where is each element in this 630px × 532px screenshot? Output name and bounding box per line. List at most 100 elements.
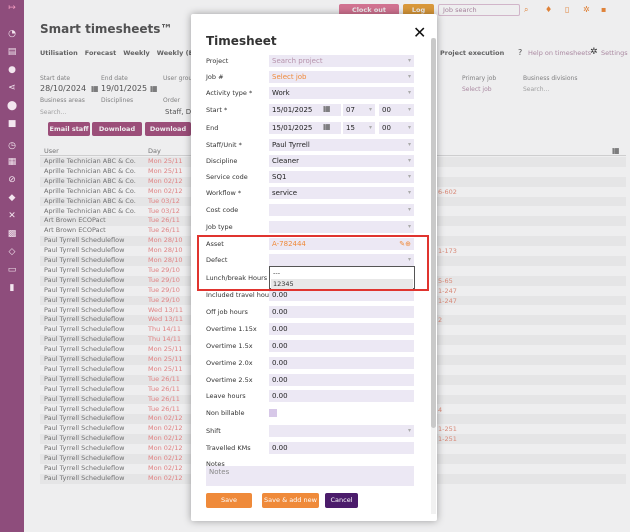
field-value[interactable]: 0.00 [269, 374, 414, 386]
defect-dropdown[interactable]: --- 12345 [269, 266, 415, 289]
field-label: Non billable [206, 409, 245, 417]
calendar-icon[interactable]: ▦ [323, 122, 331, 131]
field-text: 0.00 [272, 392, 288, 400]
hour-text: 15 [346, 124, 355, 132]
field-text: SQ1 [272, 173, 287, 181]
field-value[interactable]: ▾ [269, 221, 414, 233]
non-billable-checkbox[interactable] [269, 409, 277, 417]
field-value[interactable]: Work ▾ [269, 87, 414, 99]
field-label: Shift [206, 427, 221, 435]
chevron-down-icon: ▾ [407, 206, 411, 213]
field-label: Travelled KMs [206, 444, 251, 452]
field-value[interactable]: 0.00 [269, 306, 414, 318]
field-label: Discipline [206, 157, 238, 165]
check-circle-icon[interactable]: ⊘ [6, 174, 18, 186]
field-label: Job # [206, 73, 224, 81]
field-text: 15/01/2025 [272, 124, 313, 132]
cancel-button[interactable]: Cancel [325, 493, 358, 508]
field-text: Paul Tyrrell [272, 141, 310, 149]
field-label: Project [206, 57, 229, 65]
close-icon[interactable]: ✕ [413, 23, 426, 42]
field-text: service [272, 189, 298, 197]
document-icon[interactable]: ▤ [6, 46, 18, 58]
user-icon[interactable]: ● [6, 64, 18, 76]
chevron-down-icon: ▾ [407, 57, 411, 64]
chevron-down-icon: ▾ [407, 189, 411, 196]
chevron-down-icon: ▾ [407, 141, 411, 148]
field-label: Leave hours [206, 392, 246, 400]
field-text: Search project [272, 57, 323, 65]
chevron-down-icon: ▾ [407, 427, 411, 434]
dashboard-icon[interactable]: ◔ [6, 28, 18, 40]
field-value[interactable]: Cleaner ▾ [269, 155, 414, 167]
chevron-down-icon: ▾ [407, 89, 411, 96]
field-label: Service code [206, 173, 248, 181]
field-text: 0.00 [272, 325, 288, 333]
field-value[interactable]: 0.00 [269, 323, 414, 335]
chevron-down-icon: ▾ [368, 124, 372, 131]
chevron-down-icon: ▾ [407, 223, 411, 230]
field-text: 0.00 [272, 342, 288, 350]
hour-select[interactable]: 07 ▾ [343, 104, 375, 116]
clipboard-icon[interactable]: ▦ [6, 156, 18, 168]
field-value[interactable]: SQ1 ▾ [269, 171, 414, 183]
field-text: 0.00 [272, 359, 288, 367]
notes-field[interactable]: Notes [206, 466, 414, 486]
field-text: 0.00 [272, 444, 288, 452]
share-icon[interactable]: ⋖ [6, 82, 18, 94]
truck-icon[interactable]: ■ [6, 118, 18, 130]
minute-select[interactable]: 00 ▾ [379, 122, 414, 134]
field-text: 15/01/2025 [272, 106, 313, 114]
save-button[interactable]: Save [206, 493, 252, 508]
chevron-down-icon: ▾ [407, 73, 411, 80]
defect-option-12345[interactable]: 12345 [271, 279, 413, 289]
chevron-down-icon: ▾ [407, 173, 411, 180]
field-label: Cost code [206, 206, 239, 214]
location-icon[interactable]: ⬤ [6, 100, 18, 112]
field-label: Overtime 2.5x [206, 376, 253, 384]
field-label: Overtime 1.15x [206, 325, 257, 333]
wrench-icon[interactable]: ✕ [6, 210, 18, 222]
field-value[interactable]: 0.00 [269, 390, 414, 402]
minute-select[interactable]: 00 ▾ [379, 104, 414, 116]
calendar-icon[interactable]: ▦ [323, 104, 331, 113]
field-text: 0.00 [272, 308, 288, 316]
field-text: Cleaner [272, 157, 300, 165]
field-label: End [206, 124, 219, 132]
clock-icon[interactable]: ◷ [6, 140, 18, 152]
field-value[interactable]: 0.00 [269, 442, 414, 454]
book-icon[interactable]: ▮ [6, 282, 18, 294]
tag-icon[interactable]: ◆ [6, 192, 18, 204]
field-value[interactable]: 0.00 [269, 340, 414, 352]
field-value[interactable]: ▾ [269, 204, 414, 216]
minute-text: 00 [382, 106, 391, 114]
chevron-down-icon: ▾ [407, 157, 411, 164]
field-label: Workflow * [206, 189, 242, 197]
shield-icon[interactable]: ◇ [6, 246, 18, 258]
field-value[interactable]: Paul Tyrrell ▾ [269, 139, 414, 151]
field-value[interactable]: service ▾ [269, 187, 414, 199]
sidebar: ↦ ◔ ▤ ● ⋖ ⬤ ■ ◷ ▦ ⊘ ◆ ✕ ▩ ◇ ▭ ▮ [0, 0, 24, 532]
field-label: Start * [206, 106, 228, 114]
chevron-down-icon: ▾ [407, 106, 411, 113]
hour-select[interactable]: 15 ▾ [343, 122, 375, 134]
field-value[interactable]: Select job ▾ [269, 71, 414, 83]
chart-icon[interactable]: ▭ [6, 264, 18, 276]
field-value[interactable]: 0.00 [269, 357, 414, 369]
save-add-new-button[interactable]: Save & add new [262, 493, 319, 508]
modal-title: Timesheet [206, 34, 277, 48]
field-label: Overtime 2.0x [206, 359, 253, 367]
grid-icon[interactable]: ▩ [6, 228, 18, 240]
field-text: 0.00 [272, 291, 288, 299]
hour-text: 07 [346, 106, 355, 114]
field-text: Work [272, 89, 290, 97]
field-value[interactable]: Search project ▾ [269, 55, 414, 67]
field-text: Select job [272, 73, 307, 81]
modal-scroll-thumb[interactable] [431, 38, 436, 428]
field-text: 0.00 [272, 376, 288, 384]
defect-option-blank[interactable]: --- [273, 269, 280, 277]
field-value[interactable]: ▾ [269, 425, 414, 437]
logout-icon[interactable]: ↦ [6, 2, 18, 14]
chevron-down-icon: ▾ [407, 124, 411, 131]
field-label: Overtime 1.5x [206, 342, 253, 350]
